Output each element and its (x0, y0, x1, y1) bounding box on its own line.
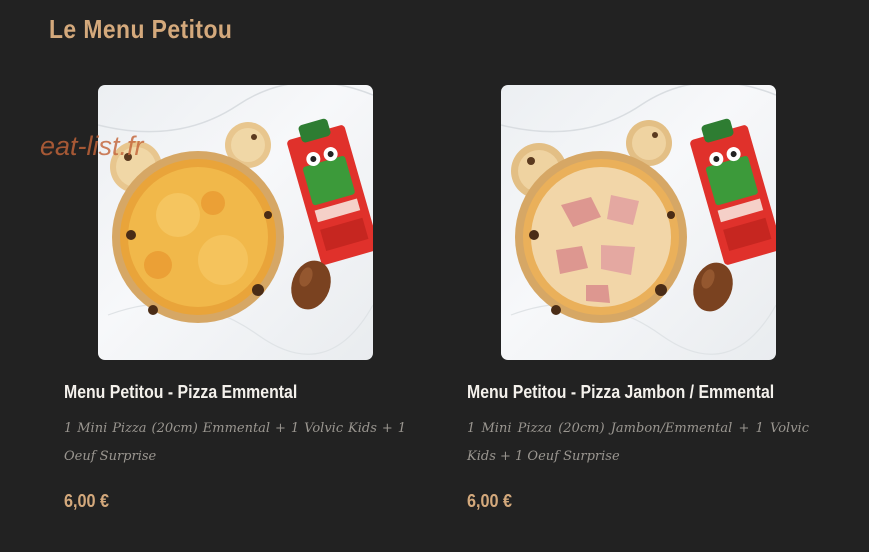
watermark: eat-list.fr (40, 131, 144, 161)
menu-item-description: 1 Mini Pizza (20cm) Emmental + 1 Volvic … (64, 421, 406, 464)
menu-item-image[interactable] (98, 85, 373, 360)
menu-item-image[interactable] (501, 85, 776, 360)
pizza-photo-illustration (501, 85, 776, 355)
menu-item-name: Menu Petitou - Pizza Emmental (64, 382, 298, 402)
pizza-photo-illustration (98, 85, 373, 355)
menu-item-price: 6,00 € (64, 491, 110, 511)
menu-item-name: Menu Petitou - Pizza Jambon / Emmental (467, 382, 775, 402)
menu-item-card[interactable]: Menu Petitou - Pizza Jambon / Emmental 1… (467, 85, 827, 512)
menu-item-price: 6,00 € (467, 491, 513, 511)
section-title: Le Menu Petitou (49, 14, 233, 44)
menu-item-description: 1 Mini Pizza (20cm) Jambon/Emmental + 1 … (467, 421, 809, 464)
